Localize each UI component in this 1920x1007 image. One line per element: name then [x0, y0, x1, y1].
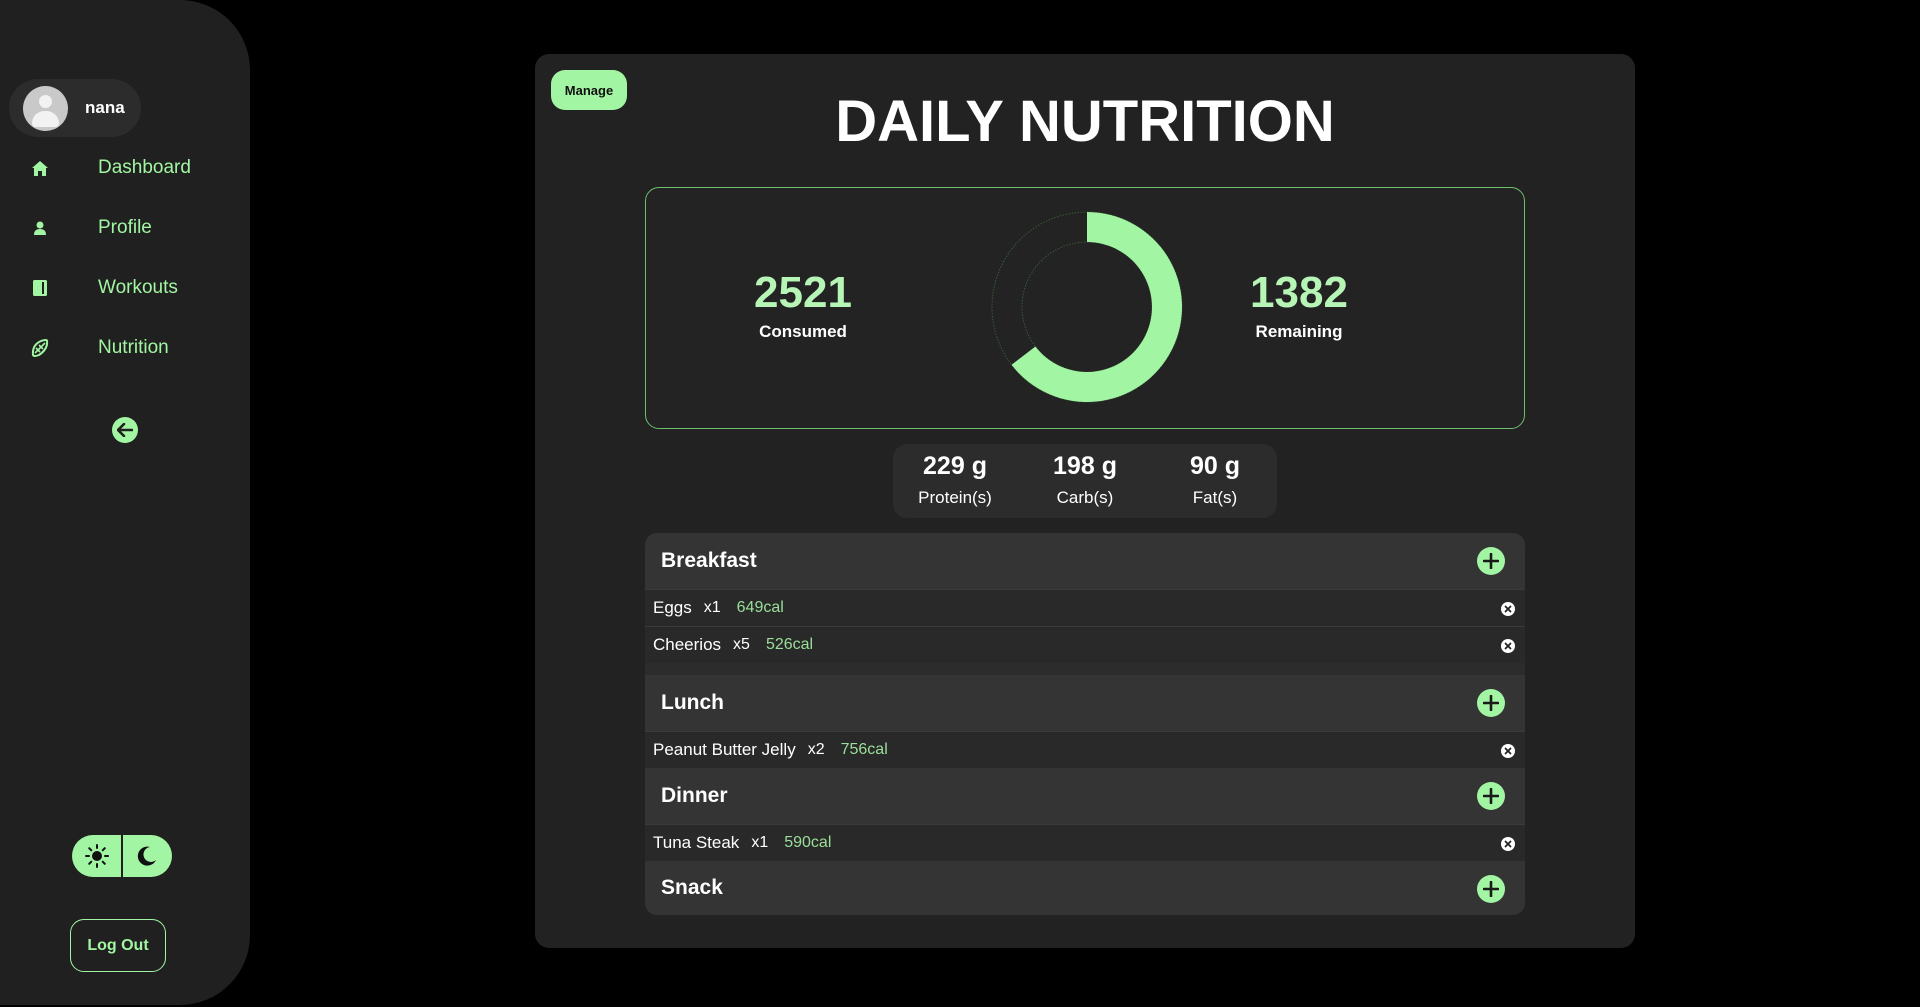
sidebar-item-label: Nutrition	[98, 337, 169, 358]
macro-amount: 229 g	[923, 452, 987, 480]
food-name: Cheerios	[653, 635, 722, 654]
meal-header-dinner: Dinner	[645, 768, 1525, 824]
collapse-sidebar-button[interactable]	[112, 417, 138, 443]
sidebar: nana Dashboard Profile Workouts Nutritio…	[0, 0, 250, 1005]
food-row: Peanut Butter Jelly x2 756cal	[645, 731, 1525, 768]
close-icon	[1504, 840, 1512, 848]
close-icon	[1504, 605, 1512, 613]
plus-icon	[1483, 881, 1499, 897]
sun-icon	[84, 844, 109, 868]
add-food-button[interactable]	[1477, 689, 1505, 717]
food-name: Tuna Steak	[653, 833, 740, 852]
food-quantity: x5	[733, 636, 750, 653]
food-row: Eggs x1 649cal	[645, 589, 1525, 626]
remove-food-button[interactable]	[1501, 837, 1515, 851]
sidebar-item-label: Profile	[98, 217, 152, 238]
sidebar-item-label: Dashboard	[98, 157, 191, 178]
nutrition-card: Manage DAILY NUTRITION 2521 Consumed 138…	[535, 54, 1635, 948]
food-row: Cheerios x5 526cal	[645, 626, 1525, 663]
avatar	[23, 85, 68, 131]
plus-icon	[1483, 788, 1499, 804]
macro-fat: 90 g Fat(s)	[1155, 452, 1275, 508]
food-calories: 590cal	[784, 834, 832, 851]
theme-toggle[interactable]	[72, 835, 172, 877]
remove-food-button[interactable]	[1501, 744, 1515, 758]
macro-label: Carb(s)	[1056, 488, 1114, 507]
meals-list: Breakfast Eggs x1 649cal Cheerios x5 526…	[645, 533, 1525, 915]
macro-carb: 198 g Carb(s)	[1025, 452, 1145, 508]
sidebar-item-nutrition[interactable]: Nutrition	[0, 328, 250, 368]
food-name: Eggs	[653, 598, 692, 617]
food-row: Tuna Steak x1 590cal	[645, 824, 1525, 861]
add-food-button[interactable]	[1477, 782, 1505, 810]
macro-label: Fat(s)	[1192, 488, 1238, 507]
calorie-summary: 2521 Consumed 1382 Remaining	[645, 187, 1525, 429]
nutrition-icon	[31, 339, 49, 357]
dark-mode-button[interactable]	[123, 835, 172, 877]
sidebar-item-dashboard[interactable]: Dashboard	[0, 148, 250, 188]
calorie-ring	[991, 211, 1183, 403]
remaining-value: 1382	[1250, 268, 1348, 317]
macro-amount: 198 g	[1053, 452, 1117, 480]
light-mode-button[interactable]	[72, 835, 121, 877]
plus-icon	[1483, 695, 1499, 711]
add-food-button[interactable]	[1477, 875, 1505, 903]
remove-food-button[interactable]	[1501, 639, 1515, 653]
food-calories: 649cal	[736, 599, 784, 616]
remove-food-button[interactable]	[1501, 602, 1515, 616]
meal-header-breakfast: Breakfast	[645, 533, 1525, 589]
remaining-stat: 1382 Remaining	[1199, 268, 1399, 342]
macro-label: Protein(s)	[918, 488, 992, 507]
macro-amount: 90 g	[1189, 452, 1241, 480]
food-quantity: x1	[703, 599, 721, 616]
food-calories: 756cal	[840, 741, 888, 758]
consumed-label: Consumed	[759, 322, 847, 341]
meal-name: Lunch	[661, 691, 724, 714]
plus-icon	[1483, 553, 1499, 569]
arrow-left-icon	[117, 423, 133, 437]
consumed-arc	[1011, 212, 1182, 402]
consumed-stat: 2521 Consumed	[703, 268, 903, 342]
macro-protein: 229 g Protein(s)	[895, 452, 1015, 508]
food-calories: 526cal	[765, 636, 814, 653]
home-icon	[31, 159, 49, 177]
close-icon	[1504, 642, 1512, 650]
macros-panel: 229 g Protein(s) 198 g Carb(s) 90 g Fat(…	[893, 444, 1277, 518]
close-icon	[1504, 747, 1512, 755]
meal-name: Breakfast	[661, 549, 757, 572]
meal-header-snack: Snack	[645, 861, 1525, 915]
food-name: Peanut Butter Jelly	[653, 740, 796, 759]
meal-name: Snack	[661, 876, 723, 899]
moon-icon	[138, 846, 157, 866]
sidebar-item-label: Workouts	[98, 277, 178, 298]
meal-header-lunch: Lunch	[645, 675, 1525, 731]
user-chip[interactable]: nana	[9, 79, 141, 137]
user-name: nana	[85, 98, 125, 117]
food-quantity: x2	[807, 741, 825, 758]
page-title: DAILY NUTRITION	[835, 89, 1335, 154]
book-icon	[31, 279, 49, 297]
consumed-value: 2521	[754, 268, 852, 317]
logout-button[interactable]: Log Out	[70, 919, 166, 972]
add-food-button[interactable]	[1477, 547, 1505, 575]
food-quantity: x1	[751, 834, 769, 851]
remaining-label: Remaining	[1255, 322, 1343, 341]
person-icon	[31, 219, 49, 237]
meal-name: Dinner	[661, 784, 728, 807]
sidebar-item-workouts[interactable]: Workouts	[0, 268, 250, 308]
sidebar-item-profile[interactable]: Profile	[0, 208, 250, 248]
